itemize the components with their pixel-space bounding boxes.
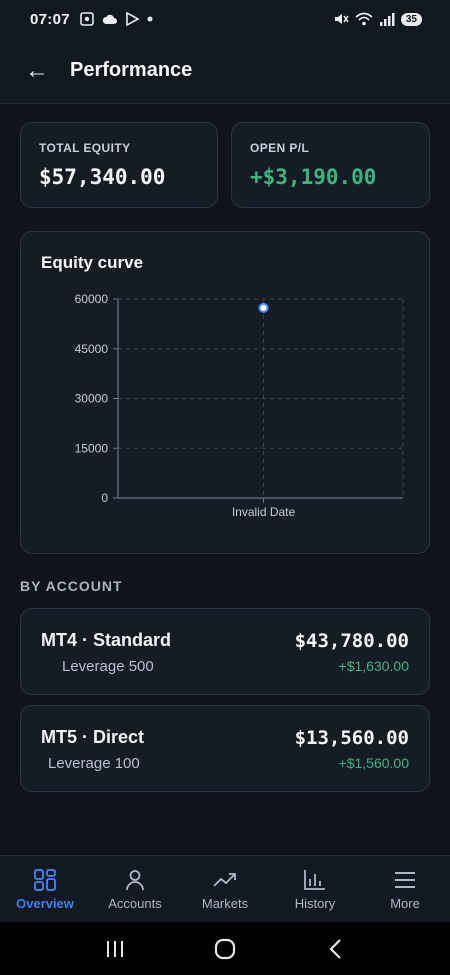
back-icon[interactable]	[315, 929, 355, 969]
app-header: ← Performance	[0, 38, 450, 104]
by-account-label: BY ACCOUNT	[20, 578, 123, 594]
data-point	[258, 302, 269, 313]
battery-indicator: 35	[400, 12, 422, 26]
status-notification-icons	[80, 12, 153, 26]
bottom-nav: Overview Accounts Markets History More	[0, 855, 450, 922]
nav-label: Accounts	[108, 895, 162, 911]
y-tick-label: 60000	[75, 292, 109, 306]
bar-chart-icon	[302, 868, 328, 892]
nav-overview[interactable]: Overview	[0, 856, 90, 922]
mute-icon	[334, 14, 349, 24]
menu-icon	[392, 868, 418, 892]
nav-label: Overview	[16, 895, 74, 911]
wifi-icon	[355, 12, 373, 26]
nav-markets[interactable]: Markets	[180, 856, 270, 922]
open-pl-value: +$3,190.00	[250, 165, 377, 189]
total-equity-card: TOTAL EQUITY $57,340.00	[20, 122, 218, 208]
open-pl-card: OPEN P/L +$3,190.00	[231, 122, 430, 208]
nav-label: History	[294, 895, 336, 911]
status-right-icons: 35	[333, 12, 422, 26]
status-bar: 07:07 35	[0, 0, 450, 38]
total-equity-label: TOTAL EQUITY	[39, 141, 131, 155]
account-leverage: Leverage 100	[48, 755, 140, 772]
account-balance: $13,560.00	[294, 727, 409, 749]
account-name: MT5 · Direct	[41, 727, 145, 747]
screenshot-icon	[80, 12, 94, 26]
system-nav-bar	[0, 922, 450, 975]
account-card-mt4[interactable]: MT4 · Standard Leverage 500 $43,780.00 +…	[20, 608, 430, 695]
trending-up-icon	[212, 868, 238, 892]
account-pl: +$1,630.00	[338, 658, 409, 674]
back-arrow-icon[interactable]: ←	[25, 57, 65, 85]
recent-apps-icon[interactable]	[95, 929, 135, 969]
equity-curve-card: Equity curve 0 15000 30000 45000 60000 Invali…	[20, 231, 430, 554]
open-pl-label: OPEN P/L	[250, 141, 310, 155]
cloud-icon	[102, 14, 117, 24]
play-store-icon	[126, 12, 139, 26]
nav-label: Markets	[201, 895, 249, 911]
y-tick-label: 45000	[75, 342, 109, 356]
status-time: 07:07	[30, 10, 70, 28]
grid-icon	[32, 868, 58, 892]
account-name: MT4 · Standard	[41, 630, 172, 650]
account-balance: $43,780.00	[294, 630, 409, 652]
y-tick-label: 0	[101, 491, 108, 505]
account-pl: +$1,560.00	[338, 755, 409, 771]
account-leverage: Leverage 500	[62, 658, 154, 675]
y-tick-label: 30000	[75, 392, 109, 406]
nav-accounts[interactable]: Accounts	[90, 856, 180, 922]
dot-icon	[147, 16, 153, 22]
nav-history[interactable]: History	[270, 856, 360, 922]
user-icon	[122, 868, 148, 892]
x-tick-label: Invalid Date	[232, 505, 296, 519]
equity-chart: 0 15000 30000 45000 60000 Invalid Date	[75, 292, 404, 519]
signal-icon	[379, 13, 395, 26]
y-tick-label: 15000	[75, 441, 109, 455]
home-icon[interactable]	[205, 929, 245, 969]
page-title: Performance	[70, 59, 193, 81]
total-equity-value: $57,340.00	[39, 165, 166, 189]
account-card-mt5[interactable]: MT5 · Direct Leverage 100 $13,560.00 +$1…	[20, 705, 430, 792]
nav-more[interactable]: More	[360, 856, 450, 922]
nav-label: More	[390, 895, 420, 911]
